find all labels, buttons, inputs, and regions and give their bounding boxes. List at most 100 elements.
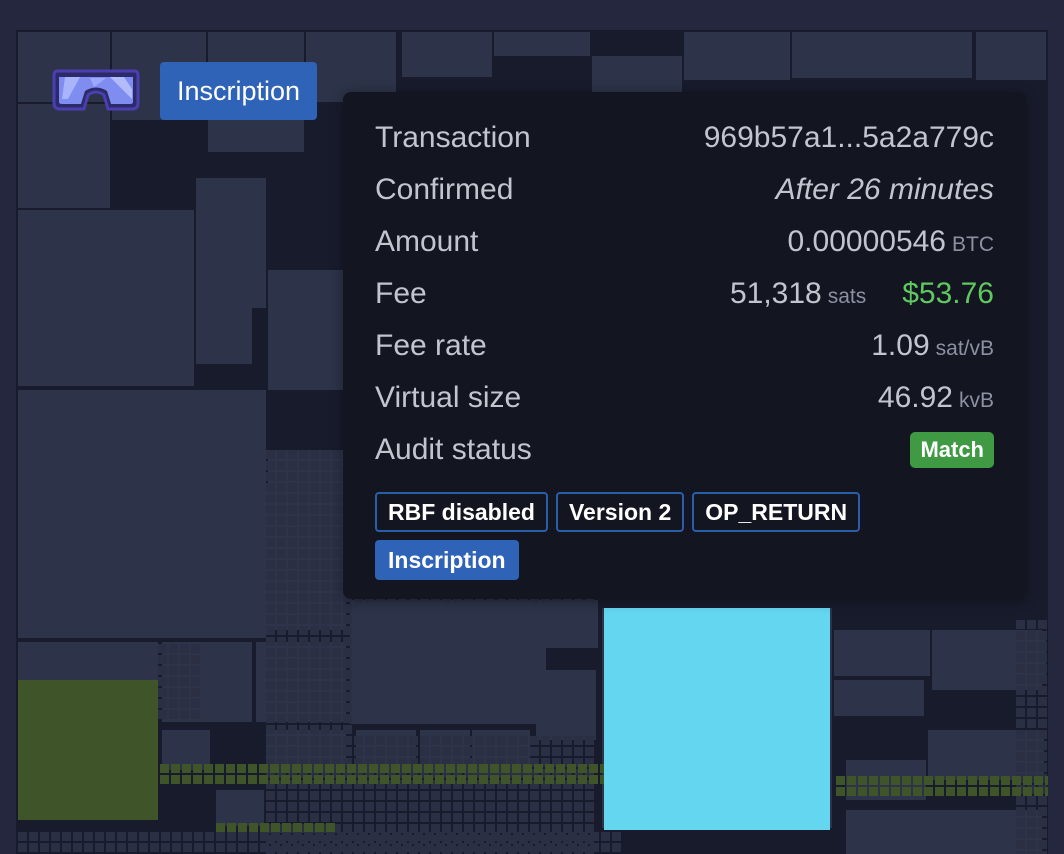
tx-tile-small[interactable] (277, 747, 286, 756)
tx-tile-small[interactable] (1038, 763, 1047, 772)
tx-tile-small[interactable] (169, 666, 178, 675)
tx-tile-small[interactable] (431, 813, 440, 822)
tx-tile-small[interactable] (266, 714, 275, 723)
tx-tile-small[interactable] (180, 710, 189, 719)
tx-tile-green[interactable] (193, 764, 202, 773)
tx-tile-small[interactable] (310, 516, 319, 525)
tx-tile-small[interactable] (288, 450, 297, 459)
tx-tile-small[interactable] (409, 813, 418, 822)
tx-tile-small[interactable] (310, 494, 319, 503)
tx-tile-small[interactable] (293, 843, 302, 852)
tx-tile-small[interactable] (365, 802, 374, 811)
tx-tile-green[interactable] (1034, 787, 1043, 796)
tx-tile-small[interactable] (332, 747, 341, 756)
tx-tile-small[interactable] (18, 843, 27, 852)
tx-tile-small[interactable] (458, 832, 467, 841)
tx-tile-small[interactable] (299, 615, 308, 624)
tx-tile-small[interactable] (277, 593, 286, 602)
tx-tile-small[interactable] (321, 461, 330, 470)
tx-tile-small[interactable] (464, 802, 473, 811)
tx-tile[interactable] (976, 32, 1046, 80)
tx-tile-small[interactable] (158, 710, 167, 719)
tx-tile-small[interactable] (431, 736, 440, 745)
tx-tile-small[interactable] (169, 655, 178, 664)
tx-tile-small[interactable] (557, 843, 566, 852)
highlighted-tx-tile[interactable] (604, 608, 830, 830)
tx-tile-small[interactable] (574, 802, 583, 811)
tx-tile-small[interactable] (524, 843, 533, 852)
tx-tile-green[interactable] (248, 775, 257, 784)
tx-tile-green[interactable] (358, 775, 367, 784)
tx-tile-small[interactable] (1038, 741, 1047, 750)
tx-tile-small[interactable] (321, 626, 330, 635)
tx-tile-small[interactable] (277, 505, 286, 514)
tx-tile-small[interactable] (288, 615, 297, 624)
tx-tile-small[interactable] (266, 516, 275, 525)
tx-tile-small[interactable] (409, 802, 418, 811)
tx-tile-small[interactable] (106, 832, 115, 841)
tx-tile-small[interactable] (1038, 642, 1047, 651)
tx-tile-small[interactable] (332, 615, 341, 624)
tx-tile-green[interactable] (880, 776, 889, 785)
tx-tile-green[interactable] (512, 775, 521, 784)
tx-tile-small[interactable] (442, 736, 451, 745)
tx-tile-small[interactable] (1027, 686, 1036, 695)
tx-tile-green[interactable] (270, 764, 279, 773)
tx-tile-green[interactable] (1001, 776, 1010, 785)
tx-tile-small[interactable] (541, 736, 550, 745)
tx-tile-small[interactable] (310, 736, 319, 745)
tx-tile-small[interactable] (191, 655, 200, 664)
tx-tile-green[interactable] (457, 775, 466, 784)
tx-tile-small[interactable] (277, 648, 286, 657)
tx-tile-small[interactable] (310, 626, 319, 635)
tx-tile-green[interactable] (490, 764, 499, 773)
tx-tile-small[interactable] (1038, 730, 1047, 739)
tx-tile-small[interactable] (62, 843, 71, 852)
tx-tile-small[interactable] (299, 461, 308, 470)
tx-tile-small[interactable] (169, 688, 178, 697)
tx-tile-small[interactable] (321, 483, 330, 492)
tx-tile-small[interactable] (304, 843, 313, 852)
tx-tile-small[interactable] (299, 725, 308, 734)
tx-tile-green[interactable] (979, 787, 988, 796)
tx-tile-green[interactable] (369, 775, 378, 784)
tx-tile-small[interactable] (180, 677, 189, 686)
tx-tile-small[interactable] (321, 527, 330, 536)
tx-tile-green[interactable] (259, 764, 268, 773)
transaction-id-link[interactable]: 969b57a1...5a2a779c (704, 121, 994, 155)
tx-tile-small[interactable] (299, 747, 308, 756)
tx-tile-green[interactable] (314, 775, 323, 784)
tx-tile[interactable] (536, 670, 596, 740)
tx-tile[interactable] (216, 790, 264, 826)
tx-tile-small[interactable] (376, 791, 385, 800)
tx-tile-small[interactable] (332, 494, 341, 503)
tx-tile-green[interactable] (182, 775, 191, 784)
tx-tile-small[interactable] (568, 832, 577, 841)
tx-tile-small[interactable] (365, 736, 374, 745)
tx-tile-small[interactable] (1038, 840, 1047, 849)
tx-tile-green[interactable] (270, 775, 279, 784)
tx-tile-small[interactable] (326, 843, 335, 852)
tx-tile[interactable] (350, 600, 546, 724)
tx-tile-green[interactable] (292, 764, 301, 773)
tx-tile-small[interactable] (519, 747, 528, 756)
tx-tile-small[interactable] (1016, 675, 1025, 684)
tx-tile-small[interactable] (266, 560, 275, 569)
tx-tile-small[interactable] (299, 813, 308, 822)
tx-tile-green[interactable] (968, 776, 977, 785)
tx-tile-small[interactable] (1027, 620, 1036, 629)
tx-tile-green[interactable] (204, 764, 213, 773)
tx-tile[interactable] (402, 32, 492, 77)
tx-tile-small[interactable] (343, 692, 352, 701)
tx-tile-green[interactable] (358, 764, 367, 773)
tx-tile-small[interactable] (299, 549, 308, 558)
tx-tile-small[interactable] (288, 813, 297, 822)
tx-tile-small[interactable] (266, 791, 275, 800)
tx-tile-green[interactable] (238, 823, 247, 832)
tx-tile-small[interactable] (299, 604, 308, 613)
tx-tile-green[interactable] (304, 823, 313, 832)
tx-tile-small[interactable] (288, 472, 297, 481)
tx-tile-small[interactable] (304, 832, 313, 841)
tx-tile-small[interactable] (288, 483, 297, 492)
tx-tile-small[interactable] (486, 747, 495, 756)
